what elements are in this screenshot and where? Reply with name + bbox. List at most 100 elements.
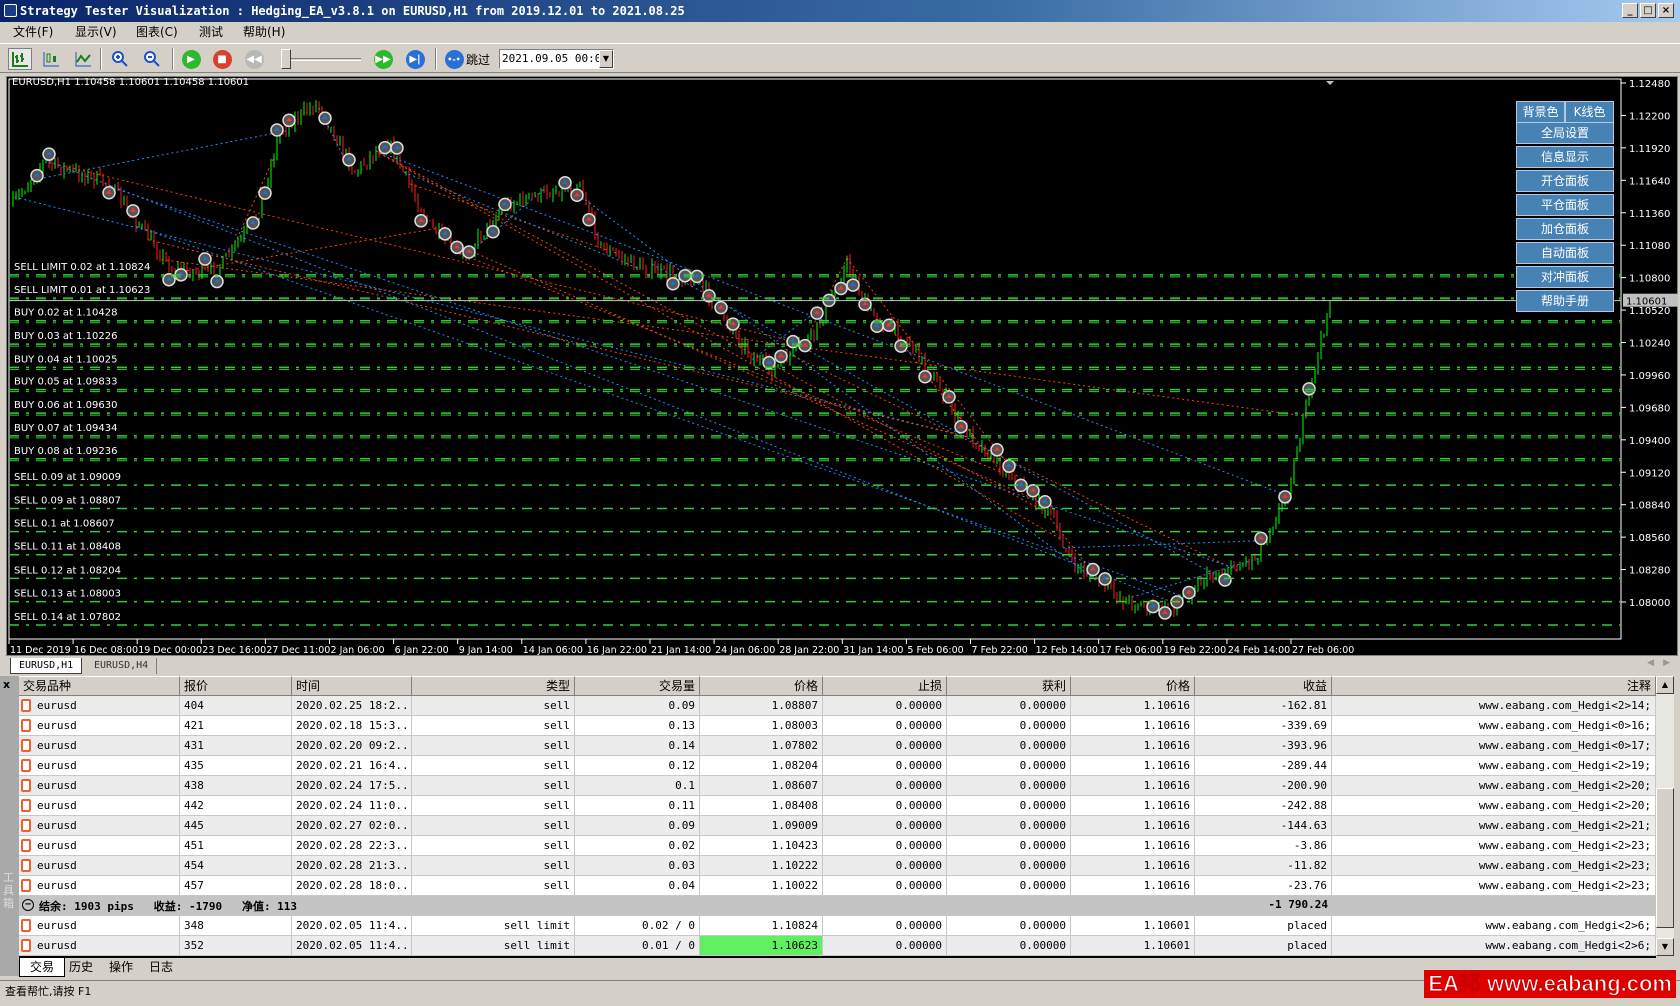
collapse-icon[interactable]: − bbox=[22, 899, 34, 911]
maximize-button[interactable]: □ bbox=[1640, 3, 1656, 18]
close-button[interactable]: × bbox=[1658, 3, 1674, 18]
skip-date-select[interactable]: 2021.09.05 00:00 ▼ bbox=[499, 49, 614, 69]
cell-volume: 0.12 bbox=[668, 759, 696, 772]
column-header-time[interactable]: 时间 bbox=[292, 676, 412, 696]
info-display-button[interactable]: 信息显示 bbox=[1516, 146, 1614, 168]
column-header-profit[interactable]: 收益 bbox=[1195, 676, 1332, 696]
position-row[interactable]: eurusd 457 2020.02.28 18:0... sell 0.04 1.100… bbox=[19, 876, 1656, 896]
cell-current-price: 1.10616 bbox=[1143, 719, 1190, 732]
fast-forward-button[interactable]: ▶▶ bbox=[371, 48, 395, 70]
table-cell: 2020.02.28 22:3... bbox=[292, 836, 412, 856]
position-row[interactable]: eurusd 421 2020.02.18 15:3... sell 0.13 1.080… bbox=[19, 716, 1656, 736]
table-cell: sell bbox=[412, 796, 575, 816]
order-icon bbox=[21, 939, 31, 952]
y-tick-label: 1.11920 bbox=[1629, 144, 1670, 155]
table-cell: -144.63 bbox=[1195, 816, 1332, 836]
column-header-ticket[interactable]: 报价 bbox=[180, 676, 292, 696]
table-cell: 0.00000 bbox=[947, 836, 1071, 856]
table-cell: 0.00000 bbox=[947, 856, 1071, 876]
cell-price: 1.10623 bbox=[771, 939, 818, 952]
column-header-volume[interactable]: 交易量 bbox=[575, 676, 700, 696]
bar-chart-button[interactable] bbox=[8, 48, 32, 70]
table-cell: 2020.02.28 18:0... bbox=[292, 876, 412, 896]
table-cell: eurusd bbox=[19, 836, 180, 856]
chart-tab-eurusd-h4[interactable]: EURUSD,H4 bbox=[86, 658, 158, 674]
position-row[interactable]: eurusd 442 2020.02.24 11:0... sell 0.11 1.084… bbox=[19, 796, 1656, 816]
open-panel-button[interactable]: 开仓面板 bbox=[1516, 170, 1614, 192]
tab-history[interactable]: 历史 bbox=[63, 958, 99, 977]
rewind-button[interactable]: ◀◀ bbox=[242, 48, 266, 70]
auto-panel-button[interactable]: 自动面板 bbox=[1516, 242, 1614, 264]
order-level-label: SELL 0.09 at 1.08807 bbox=[14, 496, 121, 507]
step-button[interactable]: ▶| bbox=[403, 48, 427, 70]
line-chart-button[interactable] bbox=[71, 48, 95, 70]
tab-journal[interactable]: 日志 bbox=[143, 958, 179, 977]
chart-tab-scroll-left[interactable]: ◀ bbox=[1647, 658, 1654, 668]
add-position-button[interactable]: 加仓面板 bbox=[1516, 218, 1614, 240]
zoom-in-button[interactable] bbox=[108, 48, 132, 70]
candlestick-button[interactable] bbox=[39, 48, 63, 70]
chart-tab-eurusd-h1[interactable]: EURUSD,H1 bbox=[10, 658, 83, 674]
position-row[interactable]: eurusd 435 2020.02.21 16:4... sell 0.12 1.082… bbox=[19, 756, 1656, 776]
scroll-down-button[interactable]: ▼ bbox=[1656, 938, 1674, 956]
stop-button[interactable]: ■ bbox=[210, 48, 234, 70]
toolbox-sidebar: x 工具箱 bbox=[0, 676, 19, 976]
tab-trade[interactable]: 交易 bbox=[19, 958, 66, 977]
menu-chart[interactable]: 图表(C) bbox=[136, 22, 178, 42]
hedge-panel-button[interactable]: 对冲面板 bbox=[1516, 266, 1614, 288]
close-terminal-icon[interactable]: x bbox=[3, 678, 10, 691]
menu-test[interactable]: 测试 bbox=[199, 22, 223, 42]
scroll-thumb[interactable] bbox=[1656, 788, 1674, 928]
table-cell: -242.88 bbox=[1195, 796, 1332, 816]
order-level-label: SELL 0.11 at 1.08408 bbox=[14, 542, 121, 553]
position-row[interactable]: eurusd 451 2020.02.28 22:3... sell 0.02 1.104… bbox=[19, 836, 1656, 856]
tab-operations[interactable]: 操作 bbox=[103, 958, 139, 977]
position-row[interactable]: eurusd 445 2020.02.27 02:0... sell 0.09 1.090… bbox=[19, 816, 1656, 836]
table-cell: 0.00000 bbox=[823, 836, 947, 856]
trade-connection-line bbox=[159, 258, 1304, 417]
table-cell: 0.09 bbox=[575, 816, 700, 836]
minimize-button[interactable]: _ bbox=[1622, 3, 1638, 18]
price-chart[interactable]: 1.12480 1.12200 1.11920 1.11640 1.11360 1.110… bbox=[6, 76, 1678, 656]
column-header-type[interactable]: 类型 bbox=[412, 676, 575, 696]
cell-profit: -144.63 bbox=[1280, 819, 1327, 832]
global-settings-button[interactable]: 全局设置 bbox=[1516, 122, 1614, 144]
pending-order-row[interactable]: eurusd 352 2020.02.05 11:4... sell limit 0.0… bbox=[19, 936, 1656, 956]
trade-marker-icon bbox=[882, 318, 896, 332]
table-cell: -162.81 bbox=[1195, 696, 1332, 716]
pending-order-row[interactable]: eurusd 348 2020.02.05 11:4... sell limit 0.0… bbox=[19, 916, 1656, 936]
column-header-price[interactable]: 价格 bbox=[700, 676, 823, 696]
menu-help[interactable]: 帮助(H) bbox=[243, 22, 285, 42]
speed-slider[interactable] bbox=[281, 49, 361, 69]
menu-file[interactable]: 文件(F) bbox=[13, 22, 53, 42]
menu-view[interactable]: 显示(V) bbox=[75, 22, 117, 42]
position-row[interactable]: eurusd 404 2020.02.25 18:2... sell 0.09 1.088… bbox=[19, 696, 1656, 716]
background-color-button[interactable]: 背景色 bbox=[1516, 101, 1565, 123]
slider-thumb[interactable] bbox=[281, 49, 291, 69]
position-row[interactable]: eurusd 438 2020.02.24 17:5... sell 0.1 1.0860… bbox=[19, 776, 1656, 796]
zoom-out-button[interactable] bbox=[140, 48, 164, 70]
chevron-down-icon[interactable]: ▼ bbox=[599, 50, 613, 68]
close-panel-button[interactable]: 平仓面板 bbox=[1516, 194, 1614, 216]
cell-time: 2020.02.18 15:3... bbox=[296, 719, 412, 732]
table-scrollbar[interactable]: ▲ ▼ bbox=[1656, 676, 1674, 956]
column-header-stop-loss[interactable]: 止损 bbox=[823, 676, 947, 696]
column-header-take-profit[interactable]: 获利 bbox=[947, 676, 1071, 696]
position-row[interactable]: eurusd 431 2020.02.20 09:2... sell 0.14 1.078… bbox=[19, 736, 1656, 756]
position-row[interactable]: eurusd 454 2020.02.28 21:3... sell 0.03 1.102… bbox=[19, 856, 1656, 876]
y-tick-label: 1.12200 bbox=[1629, 111, 1670, 122]
trade-marker-icon bbox=[870, 319, 884, 334]
play-button[interactable]: ▶ bbox=[179, 48, 203, 70]
trade-connection-line bbox=[117, 188, 1235, 569]
column-header-comment[interactable]: 注释 bbox=[1332, 676, 1656, 696]
column-header-current-price[interactable]: 价格 bbox=[1071, 676, 1195, 696]
cell-comment: www.eabang.com_Hedgi<2>23; bbox=[1478, 859, 1651, 872]
chart-tab-scroll-right[interactable]: ▶ bbox=[1663, 658, 1670, 668]
skip-button[interactable]: •-• bbox=[442, 48, 466, 70]
scroll-up-button[interactable]: ▲ bbox=[1656, 676, 1674, 694]
help-manual-button[interactable]: 帮助手册 bbox=[1516, 290, 1614, 312]
x-tick-label: 2 Jan 06:00 bbox=[331, 645, 385, 656]
column-header-symbol[interactable]: 交易品种 bbox=[19, 676, 180, 696]
candle-color-button[interactable]: K线色 bbox=[1565, 101, 1614, 123]
order-level-label: BUY 0.04 at 1.10025 bbox=[14, 354, 118, 365]
